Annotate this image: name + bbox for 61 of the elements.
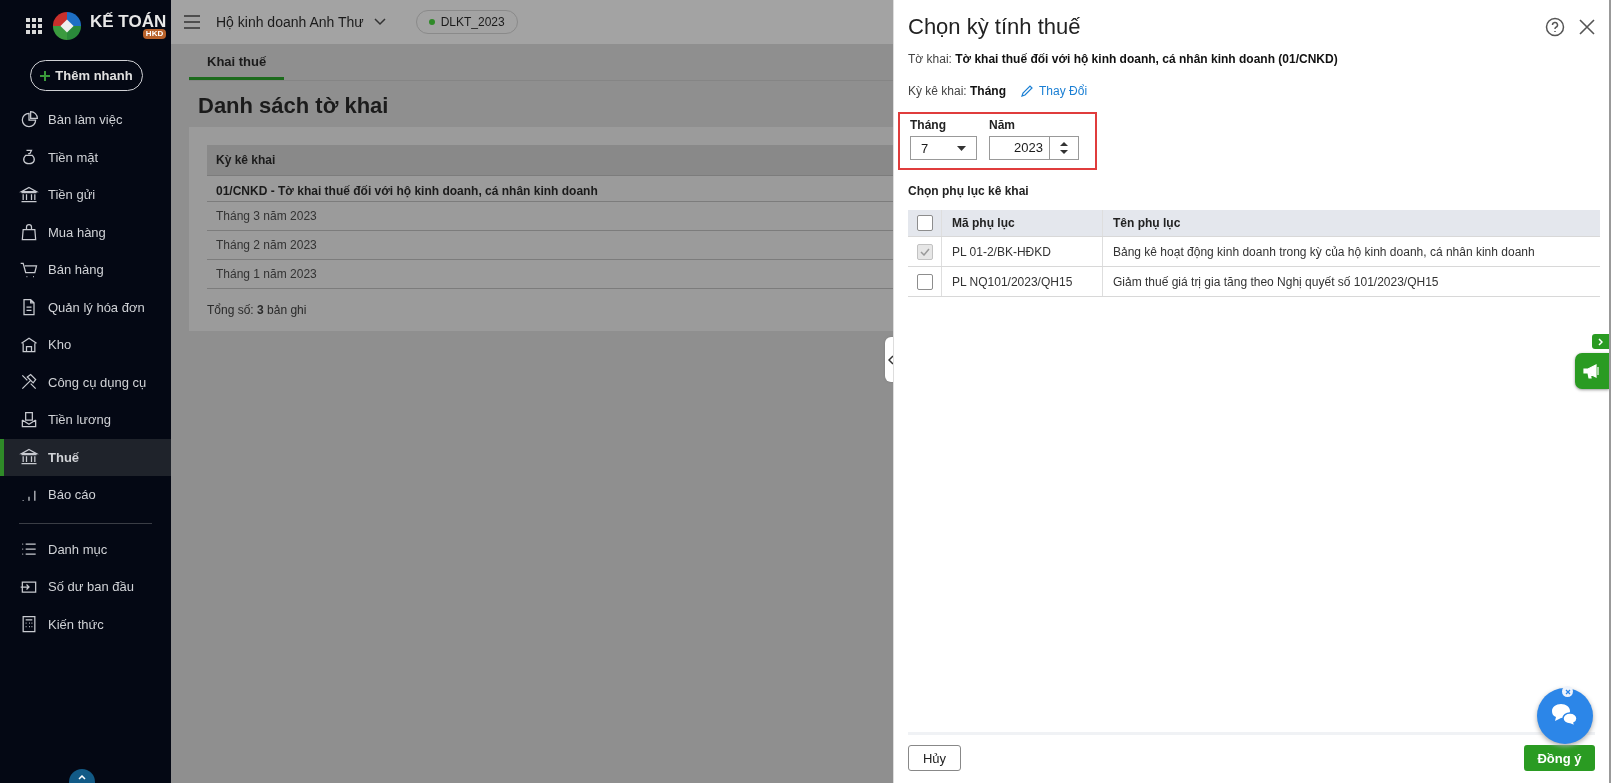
apps-grid-icon[interactable] <box>26 18 42 34</box>
sidebar-item[interactable]: Công cụ dụng cụ <box>0 363 171 401</box>
confirm-button[interactable]: Đồng ý <box>1524 745 1595 771</box>
column-header: Mã phụ lục <box>942 210 1103 236</box>
chevron-right-icon <box>1598 337 1603 346</box>
table-cell: PL 01-2/BK-HĐKD <box>942 237 1103 266</box>
expand-tab[interactable] <box>1592 334 1609 349</box>
sidebar-item[interactable]: Danh mục <box>0 530 171 568</box>
field-label: Năm <box>989 118 1016 132</box>
tab[interactable]: Khai thuế <box>189 44 285 80</box>
record-count: Tổng số: 3 bản ghi <box>207 302 308 317</box>
page-title: Danh sách tờ khai <box>198 92 389 120</box>
close-icon[interactable] <box>1579 19 1595 35</box>
year-input[interactable]: 2023 <box>989 136 1079 160</box>
announcement-button[interactable] <box>1575 353 1609 389</box>
table-cell: PL NQ101/2023/QH15 <box>942 267 1103 296</box>
month-dropdown[interactable]: 7 <box>910 136 977 160</box>
plus-icon <box>40 70 51 81</box>
logo-text: KẾ TOÁN <box>90 13 167 30</box>
change-link[interactable]: Thay Đổi <box>1020 84 1088 98</box>
dashboard-icon <box>19 109 39 130</box>
drawer-title: Chọn kỳ tính thuế <box>908 14 1082 40</box>
field-label: Tháng <box>910 118 947 132</box>
sidebar-item[interactable]: Kiến thức <box>0 605 171 643</box>
megaphone-icon <box>1583 363 1601 379</box>
logo-badge: HKD <box>142 29 167 39</box>
sidebar-item[interactable]: Bàn làm việc <box>0 101 171 139</box>
salary-icon <box>19 409 39 430</box>
help-icon[interactable] <box>1545 17 1565 37</box>
sidebar-item[interactable]: Kho <box>0 326 171 364</box>
table-cell-text: Bảng kê hoạt động kinh doanh trong kỳ của hộ kinh doanh, cá nhân kinh doanh <box>1112 243 1536 261</box>
select-all-checkbox[interactable] <box>916 215 933 231</box>
chevron-up-icon <box>78 775 86 780</box>
sidebar-item[interactable]: Báo cáo <box>0 476 171 514</box>
caret-icon <box>957 145 966 151</box>
sidebar-item[interactable]: Thuế <box>0 438 171 476</box>
spinner-arrows-icon[interactable] <box>1060 141 1068 155</box>
sidebar-item[interactable]: Quản lý hóa đơn <box>0 288 171 326</box>
chevron-left-icon <box>888 354 894 365</box>
cancel-button[interactable]: Hủy <box>908 745 961 771</box>
company-selector[interactable]: Hộ kinh doanh Anh Thư <box>216 14 386 30</box>
logo-icon <box>52 11 82 41</box>
sidebar-item[interactable]: Số dư ban đầu <box>0 568 171 606</box>
checkmark-icon <box>919 247 930 256</box>
bank-icon <box>19 184 39 205</box>
sidebar-item[interactable]: Mua hàng <box>0 213 171 251</box>
menu-icon[interactable] <box>184 15 200 29</box>
column-header: Tên phụ lục <box>1112 215 1182 232</box>
row-checkbox[interactable] <box>916 273 933 290</box>
declaration-info: Tờ khai: Tờ khai thuế đối với hộ kinh doanh, cá nhân kinh doanh (01/CNKD) <box>908 52 1339 66</box>
chevron-down-icon <box>373 18 386 26</box>
sidebar-item[interactable]: Bán hàng <box>0 251 171 289</box>
sidebar-item[interactable]: Tiền mặt <box>0 138 171 176</box>
sidebar-item[interactable]: Tiền lương <box>0 401 171 439</box>
pencil-icon <box>1020 84 1035 98</box>
section-title: Chọn phụ lục kê khai <box>908 184 1030 198</box>
table-cell-text: Giảm thuế giá trị gia tăng theo Nghị quyết số 101/2023/QH15 <box>1112 273 1440 291</box>
close-icon[interactable] <box>1562 686 1573 697</box>
sidebar-item[interactable]: Tiền gửi <box>0 176 171 214</box>
period-info: Kỳ kê khai: Tháng <box>908 84 1007 98</box>
shopping-bag-icon <box>19 222 39 243</box>
